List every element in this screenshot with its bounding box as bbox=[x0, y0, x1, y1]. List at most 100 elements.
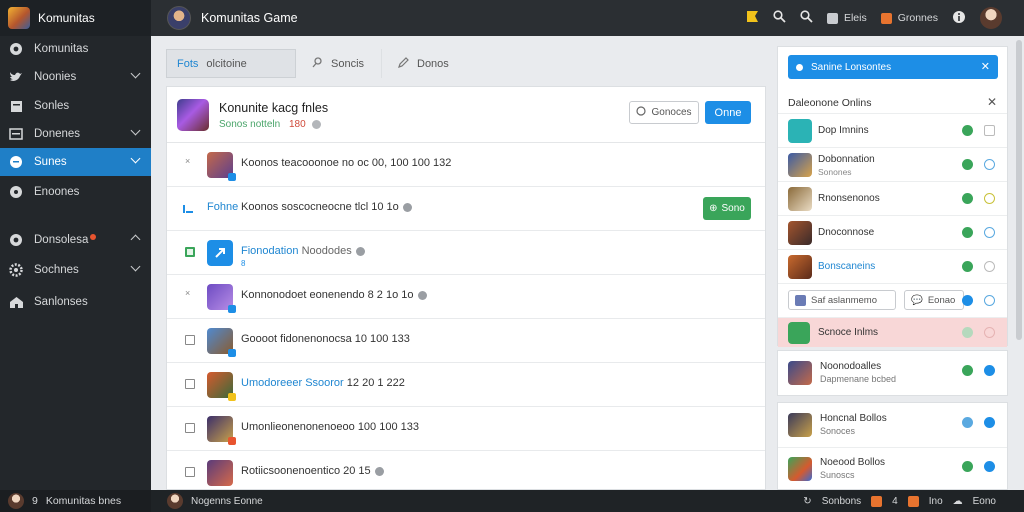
message-icon[interactable] bbox=[984, 125, 995, 136]
sidebar-item-label: Donenes bbox=[34, 128, 81, 140]
verified-icon[interactable] bbox=[984, 365, 995, 376]
checkbox[interactable] bbox=[185, 423, 195, 433]
user-thumbnail bbox=[788, 119, 812, 143]
topbar-button-a[interactable]: Eleis bbox=[826, 12, 867, 24]
list-item[interactable]: Rotiicsoonenoentico 20 15 bbox=[167, 451, 765, 489]
sidebar: Komunitas Komunitas Noonies Sonles Donen… bbox=[0, 0, 151, 512]
list-item[interactable]: Umonlieonenonenoeoo 100 100 133 bbox=[167, 407, 765, 451]
user-card[interactable]: Noeood Bollos Sunoscs bbox=[778, 447, 1007, 491]
refresh-icon[interactable]: ↻ bbox=[803, 496, 811, 507]
clock-icon bbox=[636, 106, 647, 119]
drag-handle-icon[interactable]: × bbox=[185, 156, 195, 166]
meta-count: 180 bbox=[288, 119, 306, 130]
user-name: Dobonnation bbox=[818, 154, 875, 165]
gear-icon bbox=[8, 41, 24, 57]
main-panel-meta: Sonos notteln 180 bbox=[219, 119, 322, 130]
tab-fots[interactable]: Fots olcitoine bbox=[166, 49, 296, 78]
scrollbar[interactable] bbox=[1016, 40, 1022, 340]
online-user-row[interactable]: Dop Imnins bbox=[778, 113, 1007, 147]
sidebar-item-enoones[interactable]: Enoones bbox=[0, 178, 151, 206]
online-user-row[interactable]: Rnonsenonos bbox=[778, 181, 1007, 215]
search-icon[interactable] bbox=[773, 10, 786, 26]
cog-icon bbox=[8, 262, 24, 278]
chat-button[interactable]: 💬 Eonao bbox=[904, 290, 964, 310]
checkbox[interactable] bbox=[185, 467, 195, 477]
sidebar-item-donsolesa[interactable]: Donsolesa bbox=[0, 226, 151, 254]
checkbox[interactable] bbox=[185, 335, 195, 345]
online-user-row[interactable]: Dobonnation Sonones bbox=[778, 147, 1007, 181]
highlighted-row[interactable]: Scnoce Inlms bbox=[778, 317, 1007, 347]
bar-chart-icon bbox=[181, 201, 195, 215]
primary-action-button[interactable]: Onne bbox=[705, 101, 751, 124]
verified-icon[interactable] bbox=[984, 461, 995, 472]
item-text: Rotiicsoonenoentico 20 15 bbox=[241, 465, 384, 477]
close-icon[interactable]: ✕ bbox=[981, 60, 990, 73]
user-name: Noeood Bollos bbox=[820, 457, 886, 468]
list-item[interactable]: Fohne Koonos soscocneocne tlcl 10 1o ⊕ S… bbox=[167, 187, 765, 231]
verified-icon[interactable] bbox=[984, 159, 995, 170]
status-label-c[interactable]: Ino bbox=[929, 496, 943, 507]
list-item[interactable]: Fionodation Noododes 8 bbox=[167, 231, 765, 275]
status-label-d[interactable]: Eono bbox=[973, 496, 996, 507]
status-icon[interactable] bbox=[984, 295, 995, 306]
cloud-icon[interactable]: ☁ bbox=[953, 496, 963, 507]
sidebar-brand[interactable]: Komunitas bbox=[0, 0, 151, 36]
status-label-a[interactable]: Sonbons bbox=[822, 496, 861, 507]
info-alert[interactable]: Sanine Lonsontes ✕ bbox=[788, 55, 998, 79]
online-user-row[interactable]: Dnoconnose bbox=[778, 215, 1007, 249]
user-subtext: Sonoces bbox=[820, 426, 856, 436]
status-user[interactable]: Nogenns Eonne bbox=[167, 493, 263, 509]
topbar-button-b[interactable]: Gronnes bbox=[880, 12, 938, 24]
status-icon[interactable] bbox=[984, 261, 995, 272]
verified-icon[interactable] bbox=[984, 193, 995, 204]
sidebar-item-sanlonses[interactable]: Sanlonses bbox=[0, 288, 151, 316]
user-card[interactable]: Noonodoalles Dapmenane bcbed bbox=[777, 350, 1008, 396]
list-item[interactable]: × Konnonodoet eonenendo 8 2 1o 1o bbox=[167, 275, 765, 319]
community-avatar[interactable] bbox=[167, 6, 191, 30]
online-user-row[interactable]: Bonscaneins bbox=[778, 249, 1007, 283]
zoom-icon[interactable] bbox=[800, 10, 813, 26]
invite-button[interactable]: Saf aslanmemo bbox=[788, 290, 896, 310]
checkbox[interactable] bbox=[185, 379, 195, 389]
verified-icon[interactable] bbox=[984, 417, 995, 428]
main-panel-title: Konunite kacg fnles bbox=[219, 101, 329, 115]
user-name: Honcnal Bollos bbox=[820, 413, 887, 424]
checkbox[interactable] bbox=[185, 247, 195, 257]
status-icon[interactable] bbox=[984, 327, 995, 338]
sidebar-item-sonles[interactable]: Sonles bbox=[0, 92, 151, 120]
action-split: Saf aslanmemo 💬 Eonao bbox=[788, 290, 964, 310]
list-item[interactable]: Umodoreeer Ssooror 12 20 1 222 bbox=[167, 363, 765, 407]
footer-user-name: Komunitas bnes bbox=[45, 495, 122, 507]
sidebar-item-sunes[interactable]: Sunes bbox=[0, 148, 151, 176]
sidebar-item-donenes[interactable]: Donenes bbox=[0, 120, 151, 148]
user-name: Scnoce Inlms bbox=[818, 327, 879, 338]
flag-icon bbox=[871, 495, 883, 507]
user-subtext: Sonones bbox=[818, 167, 852, 177]
list-item[interactable]: Goooot fidonenonocsa 10 100 133 bbox=[167, 319, 765, 363]
tab-label: Donos bbox=[417, 57, 449, 70]
sidebar-item-noonies[interactable]: Noonies bbox=[0, 63, 151, 91]
user-card[interactable]: Honcnal Bollos Sonoces bbox=[778, 403, 1007, 447]
drag-handle-icon[interactable]: × bbox=[185, 288, 195, 298]
game-thumbnail[interactable] bbox=[177, 99, 209, 131]
profile-avatar[interactable] bbox=[980, 7, 1002, 29]
sidebar-item-komunitas[interactable]: Komunitas bbox=[0, 35, 151, 63]
status-actions: ↻ Sonbons 4 Ino ☁ Eono bbox=[803, 495, 996, 507]
tab-soncis[interactable]: Soncis bbox=[296, 49, 382, 78]
user-name: Dnoconnose bbox=[818, 227, 875, 238]
item-text: Umonlieonenonenoeoo 100 100 133 bbox=[241, 421, 419, 433]
chat-icon: 💬 bbox=[911, 294, 923, 306]
secondary-action-button[interactable]: Gonoces bbox=[629, 101, 699, 124]
list-item[interactable]: × Koonos teacooonoe no oc 00, 100 100 13… bbox=[167, 143, 765, 187]
sidebar-item-label: Sanlonses bbox=[34, 296, 88, 308]
info-icon[interactable] bbox=[952, 10, 966, 27]
app-window: Komunitas Komunitas Noonies Sonles Donen… bbox=[0, 0, 1024, 512]
sidebar-item-sochnes[interactable]: Sochnes bbox=[0, 256, 151, 284]
close-icon[interactable]: ✕ bbox=[987, 95, 997, 109]
row-action-button[interactable]: ⊕ Sono bbox=[703, 197, 751, 220]
online-status-icon bbox=[962, 227, 973, 238]
verified-icon[interactable] bbox=[984, 227, 995, 238]
notification-flag-icon[interactable] bbox=[746, 10, 759, 26]
sidebar-footer[interactable]: 9 Komunitas bnes bbox=[0, 490, 151, 512]
tab-donos[interactable]: Donos bbox=[382, 49, 468, 78]
